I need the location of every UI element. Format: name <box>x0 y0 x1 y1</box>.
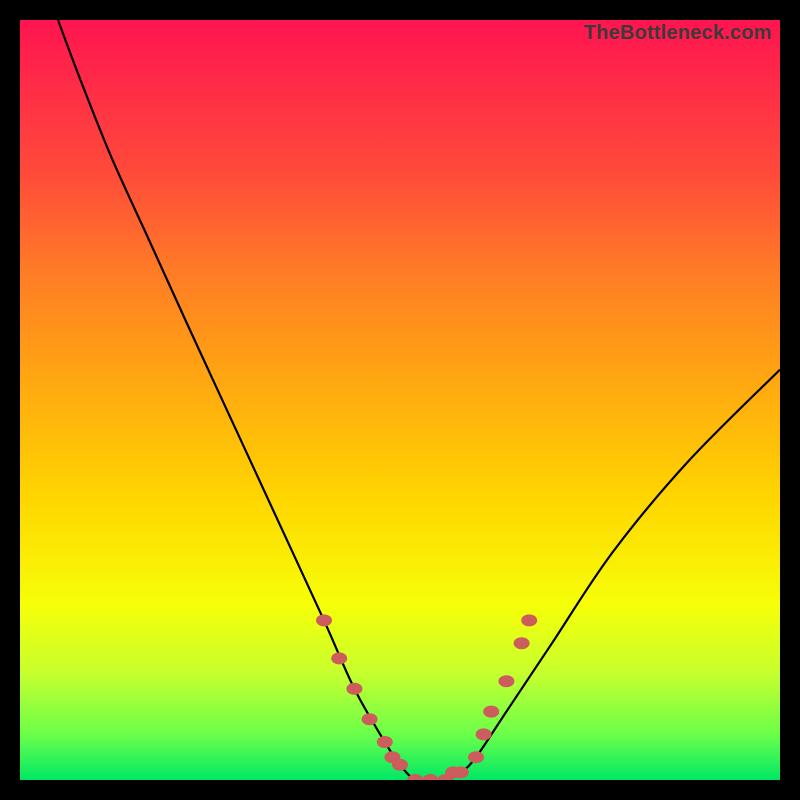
marker-point <box>392 759 408 771</box>
marker-point <box>453 766 469 778</box>
plot-area: TheBottleneck.com <box>20 20 780 780</box>
marker-point <box>362 713 378 725</box>
marker-point <box>498 675 514 687</box>
marker-point <box>468 751 484 763</box>
marker-group <box>316 614 537 780</box>
marker-point <box>377 736 393 748</box>
chart-svg <box>20 20 780 780</box>
marker-point <box>476 728 492 740</box>
marker-point <box>521 614 537 626</box>
marker-point <box>514 637 530 649</box>
marker-point <box>331 652 347 664</box>
bottleneck-curve <box>58 20 780 780</box>
marker-point <box>316 614 332 626</box>
marker-point <box>346 683 362 695</box>
marker-point <box>422 774 438 780</box>
marker-point <box>483 706 499 718</box>
chart-frame: TheBottleneck.com <box>0 0 800 800</box>
